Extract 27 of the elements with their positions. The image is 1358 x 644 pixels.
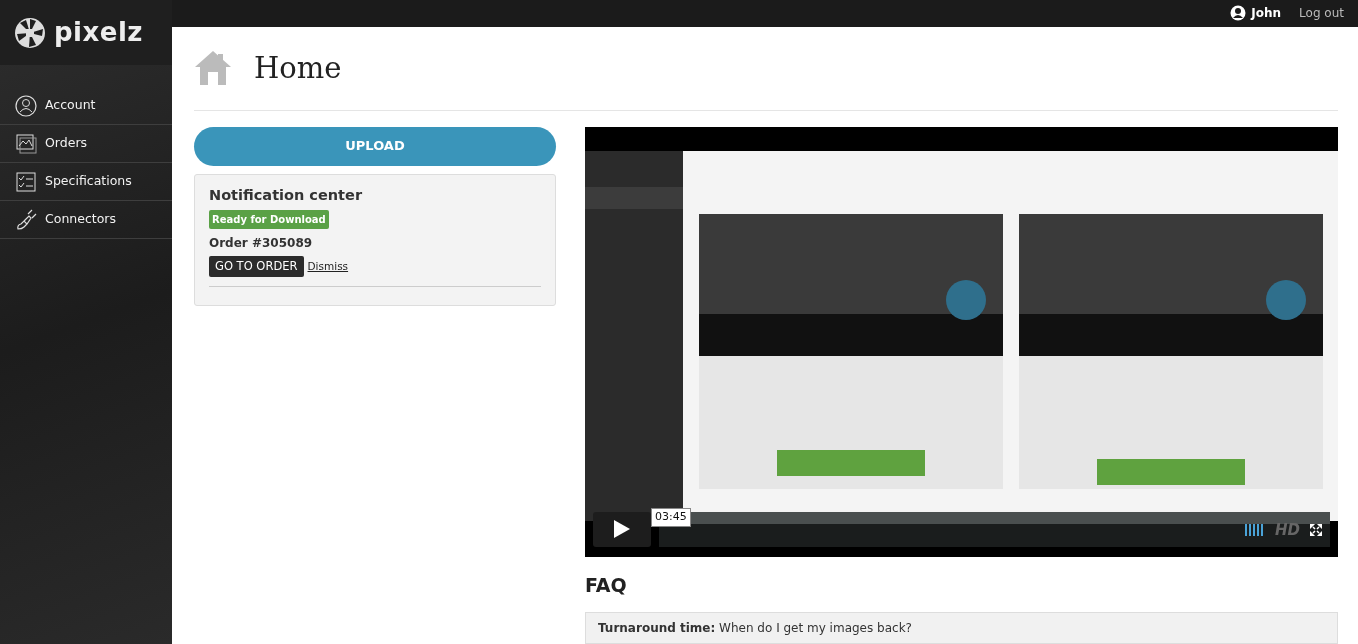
checklist-icon: [15, 170, 37, 193]
time-tooltip: 03:45: [651, 508, 691, 527]
home-icon: [194, 50, 232, 86]
faq-item[interactable]: Turnaround time: When do I get my images back?: [585, 612, 1338, 644]
volume-icon[interactable]: [1245, 524, 1265, 537]
brand-name: pixelz: [54, 16, 143, 49]
go-to-order-button[interactable]: GO TO ORDER: [209, 255, 304, 278]
sidebar-item[interactable]: Orders: [0, 125, 172, 163]
faq-title: FAQ: [585, 572, 628, 598]
images-icon: [15, 132, 37, 155]
user-icon: [1230, 5, 1247, 22]
panel-title: Notification center: [209, 186, 364, 204]
user-name[interactable]: John: [1251, 4, 1282, 23]
status-badge: Ready for Download: [209, 209, 329, 229]
sidebar-item[interactable]: Account: [0, 87, 172, 125]
play-button[interactable]: [593, 511, 651, 547]
page-title: Home: [254, 50, 342, 86]
play-icon: [613, 519, 631, 539]
dismiss-link[interactable]: Dismiss: [307, 258, 349, 275]
fullscreen-icon[interactable]: [1310, 524, 1322, 537]
logo-icon: [14, 16, 46, 49]
order-number: Order #305089: [209, 234, 314, 252]
plug-icon: [15, 208, 37, 231]
account-icon: [15, 94, 37, 117]
sidebar-item[interactable]: Specifications: [0, 163, 172, 201]
logout-link[interactable]: Log out: [1299, 4, 1344, 23]
sidebar-item[interactable]: Connectors: [0, 201, 172, 239]
